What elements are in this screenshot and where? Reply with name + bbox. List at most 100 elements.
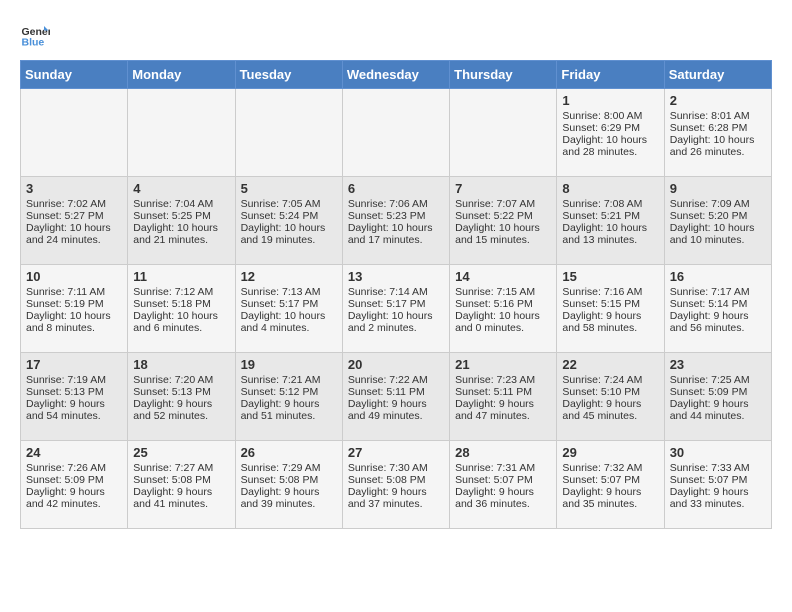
day-info: Daylight: 9 hours and 52 minutes. (133, 398, 229, 422)
calendar-cell: 25Sunrise: 7:27 AMSunset: 5:08 PMDayligh… (128, 441, 235, 529)
day-info: Sunset: 5:17 PM (241, 298, 337, 310)
day-info: Daylight: 9 hours and 54 minutes. (26, 398, 122, 422)
calendar-cell: 23Sunrise: 7:25 AMSunset: 5:09 PMDayligh… (664, 353, 771, 441)
calendar-cell: 20Sunrise: 7:22 AMSunset: 5:11 PMDayligh… (342, 353, 449, 441)
day-info: Sunset: 5:13 PM (133, 386, 229, 398)
calendar-cell: 5 Sunrise: 7:05 AMSunset: 5:24 PMDaylight… (235, 177, 342, 265)
day-number: 14 (455, 269, 551, 284)
day-number: 20 (348, 357, 444, 372)
calendar-cell (342, 89, 449, 177)
calendar-cell: 2 Sunrise: 8:01 AMSunset: 6:28 PMDaylight… (664, 89, 771, 177)
day-info: Sunset: 5:21 PM (562, 210, 658, 222)
day-info: Sunset: 5:16 PM (455, 298, 551, 310)
day-number: 9 (670, 181, 766, 196)
day-info: Sunrise: 7:26 AM (26, 462, 122, 474)
calendar-cell: 29Sunrise: 7:32 AMSunset: 5:07 PMDayligh… (557, 441, 664, 529)
weekday-header-friday: Friday (557, 61, 664, 89)
day-number: 12 (241, 269, 337, 284)
calendar-cell: 27Sunrise: 7:30 AMSunset: 5:08 PMDayligh… (342, 441, 449, 529)
day-info: Sunset: 5:09 PM (26, 474, 122, 486)
day-info: Sunrise: 7:29 AM (241, 462, 337, 474)
svg-text:Blue: Blue (22, 37, 45, 49)
day-info: Sunrise: 7:15 AM (455, 286, 551, 298)
day-info: Sunrise: 7:04 AM (133, 198, 229, 210)
day-info: Sunrise: 7:13 AM (241, 286, 337, 298)
day-info: Sunrise: 7:30 AM (348, 462, 444, 474)
day-info: Daylight: 9 hours and 58 minutes. (562, 310, 658, 334)
logo-icon: General Blue (20, 20, 50, 50)
day-info: Sunrise: 7:16 AM (562, 286, 658, 298)
day-info: Sunset: 5:08 PM (133, 474, 229, 486)
day-info: Daylight: 9 hours and 37 minutes. (348, 486, 444, 510)
calendar-cell: 19Sunrise: 7:21 AMSunset: 5:12 PMDayligh… (235, 353, 342, 441)
day-info: Sunset: 5:24 PM (241, 210, 337, 222)
day-number: 11 (133, 269, 229, 284)
day-info: Daylight: 9 hours and 36 minutes. (455, 486, 551, 510)
day-info: Sunrise: 7:11 AM (26, 286, 122, 298)
day-info: Daylight: 10 hours and 6 minutes. (133, 310, 229, 334)
day-info: Daylight: 9 hours and 49 minutes. (348, 398, 444, 422)
day-info: Daylight: 9 hours and 39 minutes. (241, 486, 337, 510)
day-number: 13 (348, 269, 444, 284)
calendar-header: SundayMondayTuesdayWednesdayThursdayFrid… (21, 61, 772, 89)
day-number: 30 (670, 445, 766, 460)
calendar-cell: 10Sunrise: 7:11 AMSunset: 5:19 PMDayligh… (21, 265, 128, 353)
day-number: 5 (241, 181, 337, 196)
day-info: Sunrise: 7:22 AM (348, 374, 444, 386)
day-info: Sunset: 5:07 PM (670, 474, 766, 486)
day-info: Sunset: 5:08 PM (348, 474, 444, 486)
day-number: 29 (562, 445, 658, 460)
day-number: 26 (241, 445, 337, 460)
day-number: 1 (562, 93, 658, 108)
day-info: Sunset: 5:09 PM (670, 386, 766, 398)
day-number: 18 (133, 357, 229, 372)
day-info: Daylight: 9 hours and 47 minutes. (455, 398, 551, 422)
day-info: Sunrise: 8:01 AM (670, 110, 766, 122)
calendar-cell: 6Sunrise: 7:06 AMSunset: 5:23 PMDaylight… (342, 177, 449, 265)
day-info: Sunrise: 7:25 AM (670, 374, 766, 386)
day-number: 24 (26, 445, 122, 460)
day-info: Sunset: 5:07 PM (562, 474, 658, 486)
weekday-header-tuesday: Tuesday (235, 61, 342, 89)
day-info: Daylight: 9 hours and 35 minutes. (562, 486, 658, 510)
calendar-cell: 17Sunrise: 7:19 AMSunset: 5:13 PMDayligh… (21, 353, 128, 441)
day-info: Sunrise: 7:05 AM (241, 198, 337, 210)
header: General Blue (20, 20, 772, 50)
logo: General Blue (20, 20, 54, 50)
day-info: Sunrise: 7:14 AM (348, 286, 444, 298)
day-number: 22 (562, 357, 658, 372)
weekday-header-sunday: Sunday (21, 61, 128, 89)
weekday-header-monday: Monday (128, 61, 235, 89)
day-info: Sunset: 5:22 PM (455, 210, 551, 222)
day-info: Sunrise: 7:19 AM (26, 374, 122, 386)
day-number: 2 (670, 93, 766, 108)
calendar-cell: 12Sunrise: 7:13 AMSunset: 5:17 PMDayligh… (235, 265, 342, 353)
day-number: 6 (348, 181, 444, 196)
day-number: 10 (26, 269, 122, 284)
calendar-cell: 3Sunrise: 7:02 AMSunset: 5:27 PMDaylight… (21, 177, 128, 265)
day-number: 7 (455, 181, 551, 196)
calendar-cell: 28Sunrise: 7:31 AMSunset: 5:07 PMDayligh… (450, 441, 557, 529)
day-info: Sunset: 6:29 PM (562, 122, 658, 134)
day-info: Sunset: 5:20 PM (670, 210, 766, 222)
day-info: Daylight: 10 hours and 19 minutes. (241, 222, 337, 246)
day-info: Sunset: 5:27 PM (26, 210, 122, 222)
calendar-table: SundayMondayTuesdayWednesdayThursdayFrid… (20, 60, 772, 529)
day-info: Daylight: 10 hours and 24 minutes. (26, 222, 122, 246)
calendar-cell (450, 89, 557, 177)
calendar-cell: 9Sunrise: 7:09 AMSunset: 5:20 PMDaylight… (664, 177, 771, 265)
day-number: 19 (241, 357, 337, 372)
calendar-cell: 11Sunrise: 7:12 AMSunset: 5:18 PMDayligh… (128, 265, 235, 353)
day-info: Sunset: 6:28 PM (670, 122, 766, 134)
day-info: Daylight: 10 hours and 26 minutes. (670, 134, 766, 158)
day-number: 3 (26, 181, 122, 196)
calendar-cell (128, 89, 235, 177)
day-number: 21 (455, 357, 551, 372)
day-info: Sunset: 5:23 PM (348, 210, 444, 222)
day-info: Sunset: 5:12 PM (241, 386, 337, 398)
weekday-header-saturday: Saturday (664, 61, 771, 89)
day-info: Daylight: 9 hours and 56 minutes. (670, 310, 766, 334)
day-info: Sunrise: 7:23 AM (455, 374, 551, 386)
day-info: Sunrise: 7:21 AM (241, 374, 337, 386)
calendar-cell: 13Sunrise: 7:14 AMSunset: 5:17 PMDayligh… (342, 265, 449, 353)
